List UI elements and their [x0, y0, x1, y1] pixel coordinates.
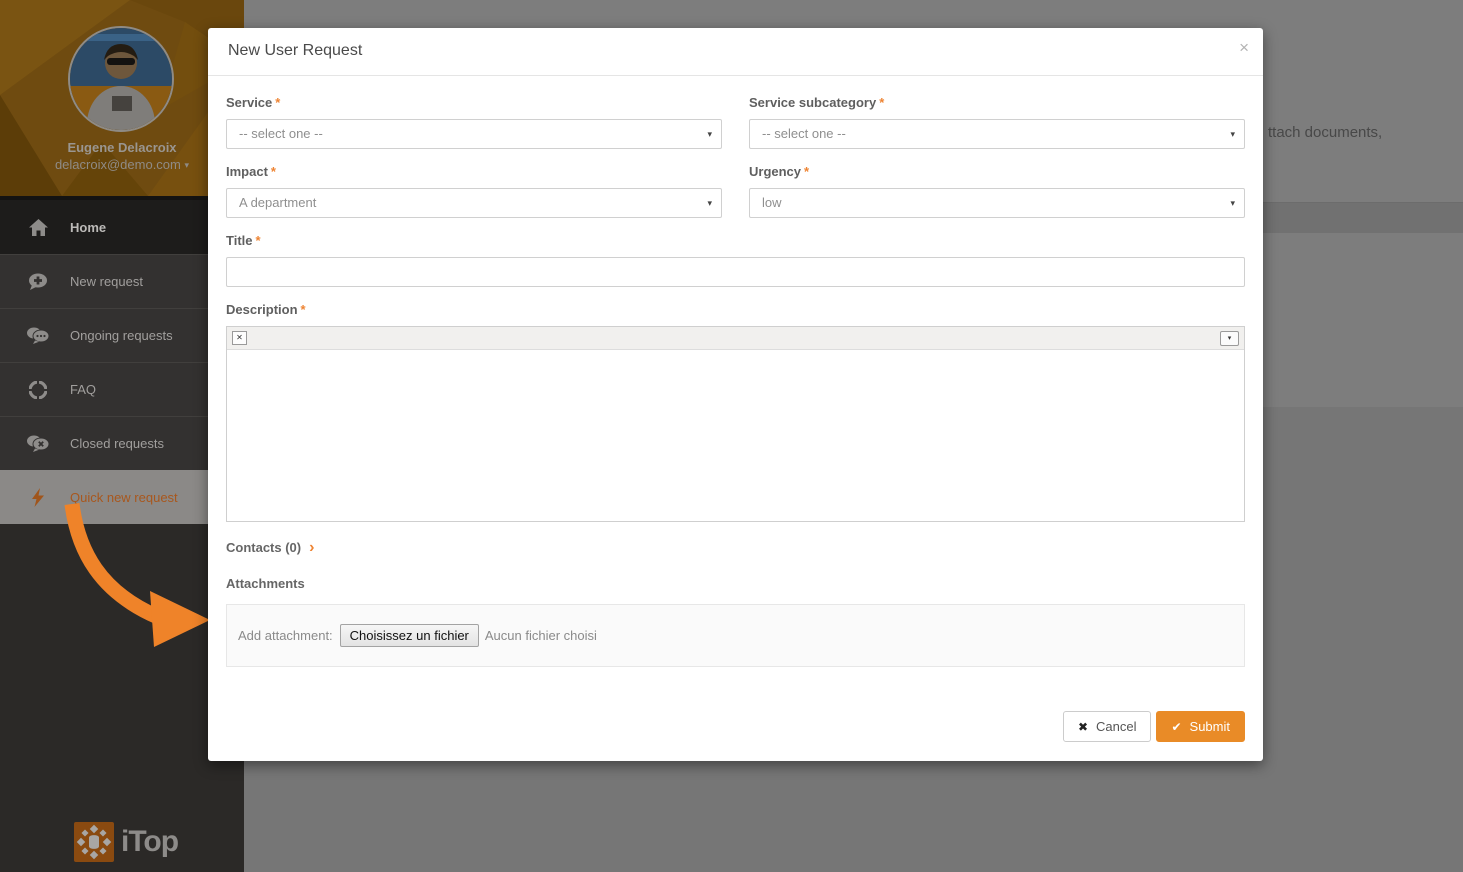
chevron-right-icon: ›: [309, 539, 314, 556]
user-email: delacroix@demo.com: [55, 157, 181, 172]
chevron-down-icon: ▾: [185, 160, 190, 170]
required-asterisk: *: [301, 302, 306, 317]
title-label: Title*: [226, 233, 1245, 248]
contacts-toggle[interactable]: Contacts (0) ›: [226, 539, 1245, 557]
required-asterisk: *: [256, 233, 261, 248]
x-mark-icon: ✖: [1078, 720, 1088, 734]
attachments-panel: Add attachment: Choisissez un fichier Au…: [226, 604, 1245, 667]
chevron-down-icon: ▾: [707, 120, 712, 148]
description-editor: ✕ ▾: [226, 326, 1245, 522]
service-field: Service* -- select one -- ▾: [226, 95, 722, 164]
editor-toolbar: ✕ ▾: [227, 327, 1244, 350]
itop-logo-text: iTop: [121, 825, 178, 859]
modal-title: New User Request: [228, 42, 362, 60]
urgency-field: Urgency* low ▾: [749, 164, 1245, 233]
file-status: Aucun fichier choisi: [485, 628, 597, 643]
sidebar-item-label: Home: [70, 220, 106, 235]
title-input[interactable]: [226, 257, 1245, 287]
urgency-select[interactable]: low ▾: [749, 188, 1245, 218]
sidebar-item-label: New request: [70, 274, 143, 289]
attachments-heading: Attachments: [226, 576, 1245, 591]
service-label: Service*: [226, 95, 722, 110]
home-icon: [27, 219, 49, 236]
new-user-request-modal: New User Request × Service* -- select on…: [208, 28, 1263, 761]
service-select-value: -- select one --: [239, 126, 323, 141]
urgency-select-value: low: [762, 195, 782, 210]
broken-image-icon: ✕: [232, 331, 247, 345]
cancel-button[interactable]: ✖ Cancel: [1063, 711, 1152, 742]
required-asterisk: *: [879, 95, 884, 110]
modal-footer: ✖ Cancel ✔ Submit: [208, 711, 1263, 761]
sidebar-item-label: Ongoing requests: [70, 328, 173, 343]
impact-select[interactable]: A department ▾: [226, 188, 722, 218]
new-request-icon: [27, 273, 49, 290]
subcategory-label: Service subcategory*: [749, 95, 1245, 110]
quick-request-arrow-annotation: [38, 496, 223, 656]
sidebar-item-label: Closed requests: [70, 436, 164, 451]
faq-icon: [27, 381, 49, 399]
itop-logo: iTop: [74, 822, 178, 862]
impact-field: Impact* A department ▾: [226, 164, 722, 233]
service-select[interactable]: -- select one -- ▾: [226, 119, 722, 149]
required-asterisk: *: [804, 164, 809, 179]
required-asterisk: *: [271, 164, 276, 179]
choose-file-button[interactable]: Choisissez un fichier: [340, 624, 479, 647]
chevron-down-icon: ▾: [1230, 189, 1235, 217]
chevron-down-icon: ▾: [1230, 120, 1235, 148]
avatar-photo: [70, 28, 172, 130]
check-mark-icon: ✔: [1171, 720, 1181, 734]
background-partial-text: ttach documents,: [1268, 124, 1382, 141]
description-label: Description*: [226, 302, 1245, 317]
cancel-button-label: Cancel: [1096, 719, 1136, 734]
submit-button[interactable]: ✔ Submit: [1156, 711, 1245, 742]
add-attachment-label: Add attachment:: [238, 628, 333, 643]
impact-label: Impact*: [226, 164, 722, 179]
contacts-label: Contacts (0): [226, 540, 301, 555]
ongoing-requests-icon: [27, 327, 49, 344]
title-field: Title*: [226, 233, 1245, 287]
impact-select-value: A department: [239, 195, 316, 210]
itop-logo-icon: [74, 822, 114, 862]
description-input[interactable]: [227, 350, 1244, 521]
subcategory-select-value: -- select one --: [762, 126, 846, 141]
subcategory-field: Service subcategory* -- select one -- ▾: [749, 95, 1245, 164]
close-icon[interactable]: ×: [1239, 38, 1249, 58]
required-asterisk: *: [275, 95, 280, 110]
screen: ttach documents,: [0, 0, 1463, 872]
closed-requests-icon: [27, 435, 49, 452]
modal-body: Service* -- select one -- ▾ Service subc…: [208, 76, 1263, 711]
chevron-down-icon: ▾: [707, 189, 712, 217]
submit-button-label: Submit: [1190, 719, 1230, 734]
sidebar-item-label: FAQ: [70, 382, 96, 397]
urgency-label: Urgency*: [749, 164, 1245, 179]
modal-header: New User Request ×: [208, 28, 1263, 76]
description-field: Description* ✕ ▾: [226, 302, 1245, 522]
subcategory-select[interactable]: -- select one -- ▾: [749, 119, 1245, 149]
toolbar-collapse-button[interactable]: ▾: [1220, 331, 1239, 346]
avatar[interactable]: [68, 26, 174, 132]
